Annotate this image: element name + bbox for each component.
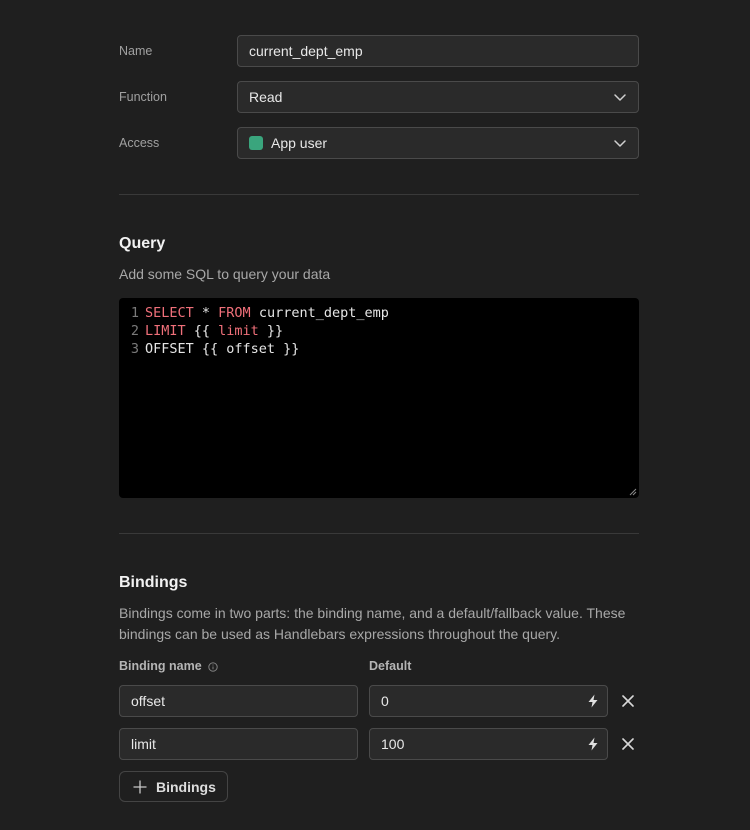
query-title: Query: [119, 235, 166, 252]
close-icon: [622, 738, 634, 750]
binding-name-value: offset: [131, 693, 165, 709]
sql-keyword: FROM: [218, 305, 251, 321]
function-select-value: Read: [249, 89, 283, 105]
remove-binding-button[interactable]: [618, 691, 638, 711]
binding-default-value: 100: [381, 736, 405, 752]
divider: [119, 533, 639, 534]
lightning-icon[interactable]: [585, 693, 601, 709]
access-select-value: App user: [271, 135, 328, 151]
sql-editor[interactable]: 1 SELECT * FROM current_dept_emp 2 LIMIT {{…: [119, 298, 639, 498]
function-label: Function: [119, 90, 167, 104]
sql-text: current_dept_emp: [250, 305, 389, 321]
function-select[interactable]: Read: [237, 81, 639, 113]
chevron-down-icon: [614, 94, 626, 101]
lightning-icon[interactable]: [585, 736, 601, 752]
code-text: LIMIT {{ limit }}: [145, 322, 283, 340]
query-description: Add some SQL to query your data: [119, 266, 331, 282]
close-icon: [622, 695, 634, 707]
info-icon[interactable]: [208, 662, 218, 672]
binding-name-input[interactable]: limit: [119, 728, 358, 760]
sql-text: OFFSET {{ offset }}: [145, 341, 300, 357]
line-number: 1: [130, 305, 139, 321]
binding-default-input[interactable]: 100: [369, 728, 608, 760]
code-text: SELECT * FROM current_dept_emp: [145, 304, 389, 322]
sql-text: *: [193, 305, 219, 321]
remove-binding-button[interactable]: [618, 734, 638, 754]
binding-default-input[interactable]: 0: [369, 685, 608, 717]
code-line: 2 LIMIT {{ limit }}: [119, 322, 639, 340]
code-line: 1 SELECT * FROM current_dept_emp: [119, 304, 639, 322]
binding-name-header-label: Binding name: [119, 659, 202, 673]
access-color-swatch: [249, 136, 263, 150]
name-input[interactable]: current_dept_emp: [237, 35, 639, 67]
sql-text: }}: [258, 323, 284, 339]
line-number: 2: [130, 323, 139, 339]
bindings-description: Bindings come in two parts: the binding …: [119, 605, 626, 642]
add-binding-button[interactable]: Bindings: [119, 771, 228, 802]
sql-text: {{: [185, 323, 219, 339]
sql-keyword: LIMIT: [145, 323, 186, 339]
default-header: Default: [369, 659, 412, 673]
plus-icon: [133, 779, 147, 794]
binding-name-value: limit: [131, 736, 156, 752]
access-label: Access: [119, 136, 160, 150]
chevron-down-icon: [614, 140, 626, 147]
sql-keyword: limit: [218, 323, 259, 339]
add-binding-label: Bindings: [156, 778, 216, 795]
binding-name-input[interactable]: offset: [119, 685, 358, 717]
name-label: Name: [119, 44, 153, 58]
line-number: 3: [130, 341, 139, 357]
divider: [119, 194, 639, 195]
resize-handle-icon[interactable]: [629, 488, 637, 496]
code-text: OFFSET {{ offset }}: [145, 340, 299, 358]
sql-keyword: SELECT: [145, 305, 194, 321]
binding-default-value: 0: [381, 693, 389, 709]
binding-name-header: Binding name: [119, 659, 218, 673]
code-line: 3 OFFSET {{ offset }}: [119, 340, 639, 358]
access-select[interactable]: App user: [237, 127, 639, 159]
name-input-value: current_dept_emp: [249, 43, 363, 59]
bindings-title: Bindings: [119, 574, 188, 591]
